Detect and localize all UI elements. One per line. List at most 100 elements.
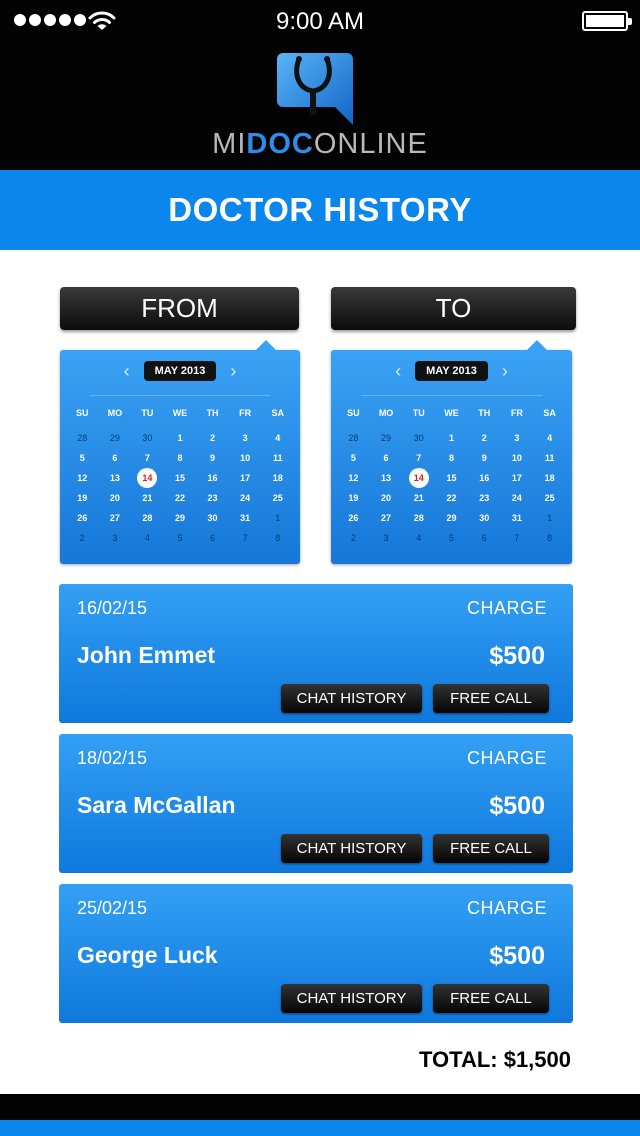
calendar-day[interactable]: 17 xyxy=(501,468,534,488)
calendar-day-today[interactable]: 14 xyxy=(131,468,164,488)
charge-amount: $500 xyxy=(489,642,545,670)
calendar-day[interactable]: 7 xyxy=(501,528,534,548)
calendar-day[interactable]: 9 xyxy=(196,448,229,468)
calendar-day[interactable]: 21 xyxy=(131,488,164,508)
calendar-day[interactable]: 2 xyxy=(196,428,229,448)
calendar-day[interactable]: 30 xyxy=(131,428,164,448)
chat-history-button[interactable]: CHAT HISTORY xyxy=(281,834,422,863)
calendar-day[interactable]: 26 xyxy=(337,508,370,528)
chevron-right-icon[interactable]: › xyxy=(502,362,508,380)
calendar-day[interactable]: 26 xyxy=(66,508,99,528)
calendar-day[interactable]: 23 xyxy=(196,488,229,508)
calendar-day[interactable]: 31 xyxy=(229,508,262,528)
calendar-day[interactable]: 7 xyxy=(229,528,262,548)
calendar-day[interactable]: 24 xyxy=(501,488,534,508)
calendar-day[interactable]: 5 xyxy=(435,528,468,548)
calendar-day[interactable]: 9 xyxy=(468,448,501,468)
calendar-day[interactable]: 5 xyxy=(164,528,197,548)
calendar-day[interactable]: 10 xyxy=(229,448,262,468)
calendar-day[interactable]: 13 xyxy=(99,468,132,488)
calendar-month-label[interactable]: MAY 2013 xyxy=(143,361,217,381)
chevron-left-icon[interactable]: ‹ xyxy=(124,362,130,380)
calendar-day[interactable]: 3 xyxy=(370,528,403,548)
from-date-button[interactable]: FROM xyxy=(60,287,299,330)
calendar-day[interactable]: 15 xyxy=(435,468,468,488)
calendar-day[interactable]: 10 xyxy=(501,448,534,468)
calendar-day[interactable]: 3 xyxy=(229,428,262,448)
calendar-day[interactable]: 28 xyxy=(337,428,370,448)
chat-history-button[interactable]: CHAT HISTORY xyxy=(281,684,422,713)
calendar-day[interactable]: 3 xyxy=(99,528,132,548)
calendar-day[interactable]: 8 xyxy=(533,528,566,548)
calendar-day[interactable]: 11 xyxy=(261,448,294,468)
calendar-day[interactable]: 11 xyxy=(533,448,566,468)
calendar-day[interactable]: 29 xyxy=(164,508,197,528)
calendar-day[interactable]: 5 xyxy=(66,448,99,468)
calendar-day[interactable]: 19 xyxy=(66,488,99,508)
calendar-day[interactable]: 27 xyxy=(370,508,403,528)
calendar-day[interactable]: 19 xyxy=(337,488,370,508)
calendar-day[interactable]: 29 xyxy=(370,428,403,448)
calendar-day[interactable]: 25 xyxy=(533,488,566,508)
calendar-day[interactable]: 2 xyxy=(468,428,501,448)
calendar-day[interactable]: 29 xyxy=(435,508,468,528)
calendar-day[interactable]: 7 xyxy=(402,448,435,468)
calendar-day[interactable]: 5 xyxy=(337,448,370,468)
calendar-day[interactable]: 18 xyxy=(261,468,294,488)
calendar-day[interactable]: 16 xyxy=(468,468,501,488)
calendar-day[interactable]: 4 xyxy=(261,428,294,448)
calendar-day[interactable]: 13 xyxy=(370,468,403,488)
calendar-day[interactable]: 8 xyxy=(435,448,468,468)
calendar-day[interactable]: 30 xyxy=(468,508,501,528)
calendar-day[interactable]: 25 xyxy=(261,488,294,508)
calendar-day[interactable]: 28 xyxy=(131,508,164,528)
calendar-day[interactable]: 22 xyxy=(164,488,197,508)
page-title: DOCTOR HISTORY xyxy=(168,191,472,228)
calendar-day[interactable]: 6 xyxy=(196,528,229,548)
calendar-day[interactable]: 28 xyxy=(402,508,435,528)
calendar-day[interactable]: 20 xyxy=(99,488,132,508)
calendar-day[interactable]: 20 xyxy=(370,488,403,508)
calendar-day[interactable]: 12 xyxy=(337,468,370,488)
chevron-right-icon[interactable]: › xyxy=(230,362,236,380)
calendar-day[interactable]: 4 xyxy=(533,428,566,448)
chat-history-button[interactable]: CHAT HISTORY xyxy=(281,984,422,1013)
calendar-day[interactable]: 12 xyxy=(66,468,99,488)
calendar-day[interactable]: 6 xyxy=(99,448,132,468)
calendar-day[interactable]: 17 xyxy=(229,468,262,488)
calendar-day[interactable]: 4 xyxy=(402,528,435,548)
free-call-button[interactable]: FREE CALL xyxy=(433,684,549,713)
calendar-day[interactable]: 6 xyxy=(468,528,501,548)
calendar-day[interactable]: 24 xyxy=(229,488,262,508)
calendar-day[interactable]: 2 xyxy=(337,528,370,548)
calendar-day[interactable]: 31 xyxy=(501,508,534,528)
calendar-day[interactable]: 2 xyxy=(66,528,99,548)
calendar-day[interactable]: 8 xyxy=(164,448,197,468)
calendar-day[interactable]: 23 xyxy=(468,488,501,508)
calendar-day[interactable]: 18 xyxy=(533,468,566,488)
calendar-day[interactable]: 22 xyxy=(435,488,468,508)
to-date-button[interactable]: TO xyxy=(331,287,576,330)
calendar-day[interactable]: 16 xyxy=(196,468,229,488)
calendar-day[interactable]: 28 xyxy=(66,428,99,448)
chevron-left-icon[interactable]: ‹ xyxy=(395,362,401,380)
calendar-day[interactable]: 29 xyxy=(99,428,132,448)
calendar-day[interactable]: 30 xyxy=(196,508,229,528)
calendar-day[interactable]: 1 xyxy=(261,508,294,528)
calendar-day[interactable]: 1 xyxy=(435,428,468,448)
calendar-day[interactable]: 3 xyxy=(501,428,534,448)
calendar-day[interactable]: 21 xyxy=(402,488,435,508)
free-call-button[interactable]: FREE CALL xyxy=(433,984,549,1013)
calendar-day[interactable]: 1 xyxy=(533,508,566,528)
calendar-day[interactable]: 8 xyxy=(261,528,294,548)
calendar-day[interactable]: 7 xyxy=(131,448,164,468)
calendar-day[interactable]: 30 xyxy=(402,428,435,448)
calendar-day[interactable]: 6 xyxy=(370,448,403,468)
calendar-day[interactable]: 27 xyxy=(99,508,132,528)
calendar-day-today[interactable]: 14 xyxy=(402,468,435,488)
free-call-button[interactable]: FREE CALL xyxy=(433,834,549,863)
calendar-day[interactable]: 4 xyxy=(131,528,164,548)
calendar-month-label[interactable]: MAY 2013 xyxy=(415,361,488,381)
calendar-day[interactable]: 1 xyxy=(164,428,197,448)
calendar-day[interactable]: 15 xyxy=(164,468,197,488)
